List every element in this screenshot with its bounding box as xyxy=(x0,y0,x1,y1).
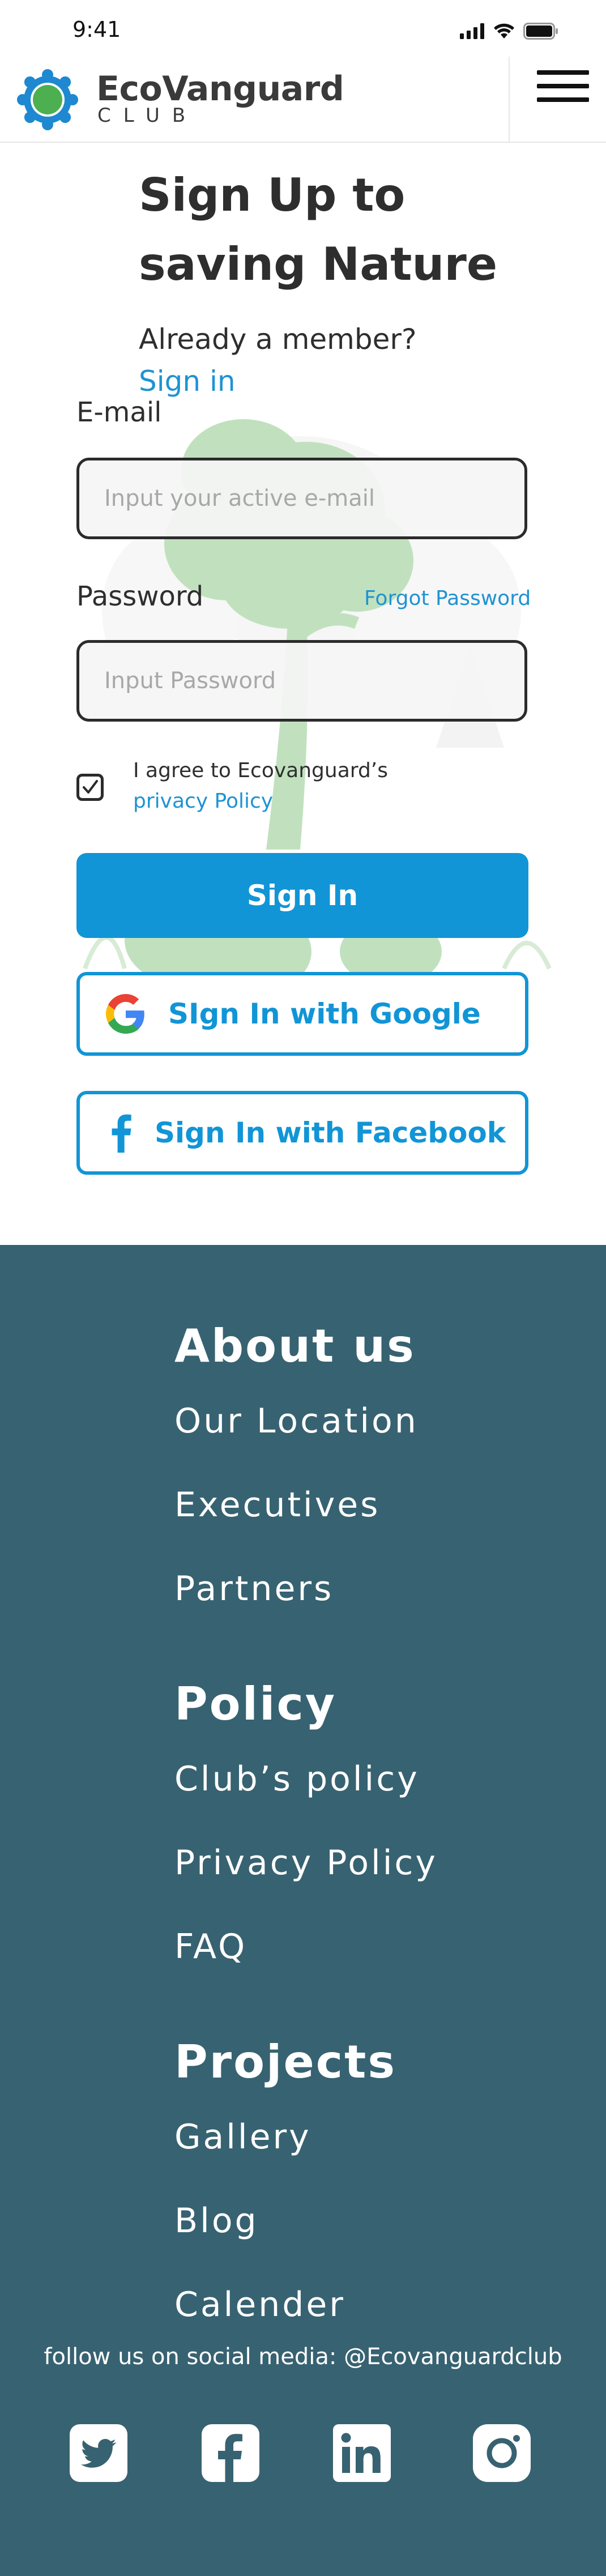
brand-name: EcoVanguard xyxy=(96,69,344,109)
menu-bar xyxy=(537,70,589,75)
page-title: Sign Up to saving Nature xyxy=(139,161,535,299)
twitter-icon[interactable] xyxy=(70,2424,127,2482)
google-sign-in-button[interactable]: SIgn In with Google xyxy=(76,972,528,1056)
privacy-policy-link[interactable]: privacy Policy xyxy=(133,790,273,813)
wifi-icon xyxy=(494,23,514,39)
status-time: 9:41 xyxy=(72,17,121,42)
brand-subtitle: CLUB xyxy=(97,104,198,127)
page-title-line1: Sign Up to xyxy=(139,169,406,221)
footer-link-privacy-policy[interactable]: Privacy Policy xyxy=(174,1843,438,1883)
google-button-label: SIgn In with Google xyxy=(168,997,481,1030)
sign-in-button[interactable]: Sign In xyxy=(76,853,528,938)
footer-link-gallery[interactable]: Gallery xyxy=(174,2117,311,2157)
menu-bar xyxy=(537,84,589,88)
hamburger-menu-icon[interactable] xyxy=(537,70,589,106)
sign-in-link[interactable]: Sign in xyxy=(139,365,236,398)
google-icon xyxy=(106,994,144,1034)
agree-text: I agree to Ecovanguard’s xyxy=(133,759,388,782)
instagram-icon[interactable] xyxy=(473,2424,531,2482)
forgot-password-link[interactable]: Forgot Password xyxy=(364,587,531,610)
header-divider xyxy=(509,57,510,142)
footer-link-our-location[interactable]: Our Location xyxy=(174,1401,419,1441)
footer-link-clubs-policy[interactable]: Club’s policy xyxy=(174,1759,420,1799)
password-label: Password xyxy=(76,581,204,612)
status-icons xyxy=(460,23,558,40)
facebook-icon[interactable] xyxy=(202,2424,259,2482)
footer-link-calender[interactable]: Calender xyxy=(174,2285,345,2325)
social-media-text: follow us on social media: @Ecovanguardc… xyxy=(44,2344,562,2370)
agree-checkbox[interactable] xyxy=(76,774,104,801)
linkedin-icon[interactable] xyxy=(333,2424,391,2482)
facebook-sign-in-button[interactable]: Sign In with Facebook xyxy=(76,1091,528,1175)
footer xyxy=(0,1245,606,2576)
footer-link-faq[interactable]: FAQ xyxy=(174,1927,247,1967)
password-field[interactable] xyxy=(76,640,527,722)
footer-link-partners[interactable]: Partners xyxy=(174,1569,334,1609)
page-title-line2: saving Nature xyxy=(139,238,498,291)
email-field[interactable] xyxy=(76,458,527,539)
battery-icon xyxy=(523,23,558,40)
email-label: E-mail xyxy=(76,396,162,428)
facebook-f-icon xyxy=(112,1114,131,1153)
footer-heading-projects: Projects xyxy=(174,2036,397,2088)
menu-bar xyxy=(537,97,589,102)
footer-link-executives[interactable]: Executives xyxy=(174,1485,380,1525)
facebook-button-label: Sign In with Facebook xyxy=(155,1116,506,1149)
cellular-signal-icon xyxy=(460,23,484,39)
already-member-text: Already a member? xyxy=(139,323,417,356)
footer-link-blog[interactable]: Blog xyxy=(174,2201,259,2241)
checkmark-icon xyxy=(83,780,98,794)
footer-heading-policy: Policy xyxy=(174,1678,337,1730)
ecovanguard-logo-icon[interactable] xyxy=(16,68,79,131)
footer-heading-about: About us xyxy=(174,1320,416,1372)
